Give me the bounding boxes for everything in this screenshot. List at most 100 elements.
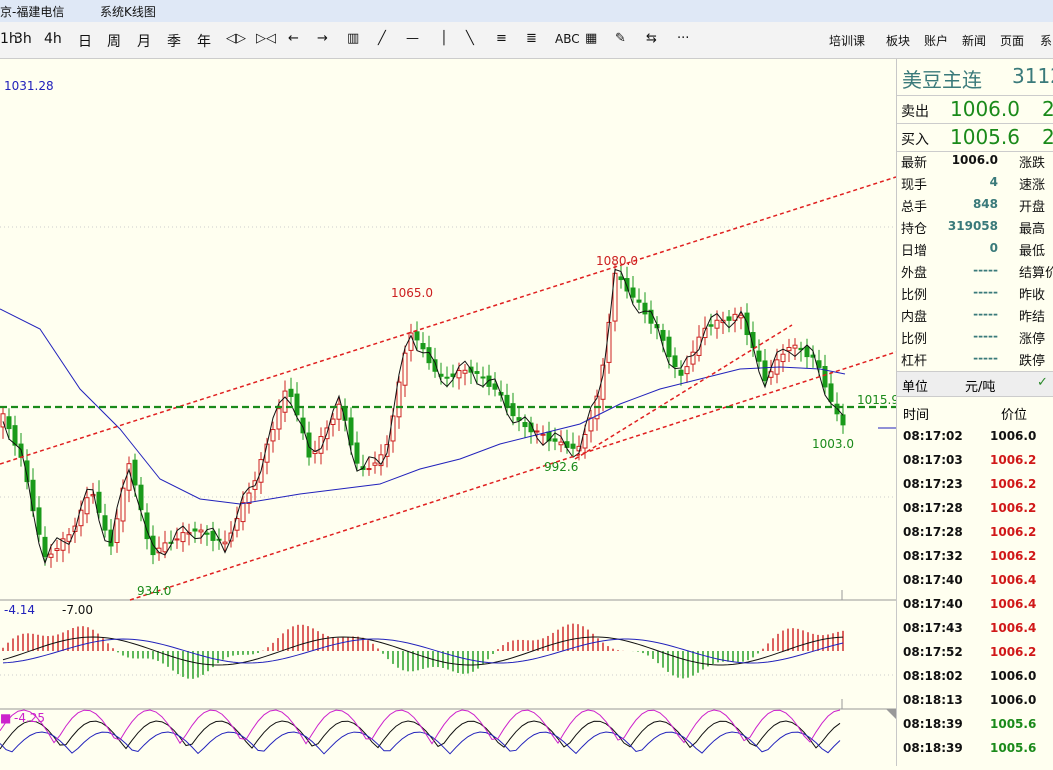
ray-icon[interactable]: ╲ <box>466 31 474 46</box>
candle-body <box>510 403 516 417</box>
stat-value: ----- <box>973 307 998 321</box>
fib-icon[interactable]: ≣ <box>526 31 537 46</box>
stat-label: 日增 <box>901 244 928 259</box>
candle-body <box>36 507 42 535</box>
text-tool-icon[interactable]: ABC <box>555 32 580 46</box>
sell-row[interactable]: 卖出 1006.0 2 <box>897 95 1053 124</box>
period-3h-button[interactable]: 3h <box>14 31 32 47</box>
candle-body <box>336 403 342 420</box>
candle-body <box>762 360 768 382</box>
period-month-button[interactable]: 月 <box>137 31 151 51</box>
tick-row: 08:17:40 1006.4 <box>897 592 1053 616</box>
candle-body <box>282 390 288 413</box>
tick-price: 1006.0 <box>990 669 1037 683</box>
candle-body <box>372 462 378 466</box>
high-label-1080: 1080.0 <box>596 254 638 268</box>
candle-body <box>114 518 120 544</box>
sell-label: 卖出 <box>901 104 929 120</box>
menu-account[interactable]: 账户 <box>924 32 948 49</box>
period-year-button[interactable]: 年 <box>197 31 211 51</box>
stat-value: ----- <box>973 285 998 299</box>
trendline-icon[interactable]: ╱ <box>378 31 386 46</box>
menu-system-kline[interactable]: 系统K线图 <box>100 3 156 20</box>
period-day-button[interactable]: 日 <box>78 31 92 51</box>
kline-chart-area[interactable]: 1031.28 1065.0 1080.0 934.0 992.6 1003.0… <box>0 59 899 766</box>
arrow-right-icon[interactable]: → <box>317 31 328 46</box>
title-bar: 京-福建电信 系统K线图 <box>0 0 1053 23</box>
tick-row: 08:17:32 1006.2 <box>897 544 1053 568</box>
panel-corner <box>886 709 896 719</box>
candle-body <box>180 532 186 543</box>
buy-row[interactable]: 买入 1005.6 2 <box>897 123 1053 152</box>
period-quarter-button[interactable]: 季 <box>167 31 181 51</box>
bars-icon[interactable]: ▦ <box>585 31 597 46</box>
candle-body <box>462 369 468 374</box>
channel-icon[interactable]: ≡ <box>496 31 507 46</box>
stat-label: 最新 <box>901 156 928 171</box>
menu-page[interactable]: 页面 <box>1000 32 1024 49</box>
sell-price: 1006.0 <box>950 97 1020 121</box>
candle-body <box>162 542 168 553</box>
eraser-icon[interactable]: ✎ <box>615 31 626 46</box>
tick-row: 08:17:52 1006.2 <box>897 640 1053 664</box>
period-week-button[interactable]: 周 <box>107 31 121 51</box>
stat-row: 持仓 319058 最高 <box>897 215 1053 237</box>
candle-body <box>402 352 408 386</box>
candles-group <box>0 263 846 568</box>
candle-body <box>270 429 276 442</box>
candle-body <box>828 383 834 402</box>
candle-body <box>840 414 846 426</box>
tick-price: 1006.2 <box>990 645 1037 659</box>
hline-icon[interactable]: — <box>406 31 419 46</box>
candle-body <box>480 376 486 379</box>
vline-icon[interactable]: │ <box>440 31 448 46</box>
tick-time: 08:17:28 <box>903 501 963 515</box>
candle-body <box>348 417 354 446</box>
menu-training[interactable]: 培训课 <box>829 32 865 49</box>
stat-label: 持仓 <box>901 222 928 237</box>
stat-row: 比例 ----- 昨收 <box>897 281 1053 303</box>
low-label-934: 934.0 <box>137 584 171 598</box>
menu-system[interactable]: 系 <box>1040 32 1052 49</box>
candle-body <box>210 530 216 541</box>
check-icon[interactable]: ✓ <box>1037 375 1048 390</box>
stat-value: ----- <box>973 263 998 277</box>
period-4h-button[interactable]: 4h <box>44 31 62 47</box>
buy-label: 买入 <box>901 132 929 148</box>
menu-sector[interactable]: 板块 <box>886 32 910 49</box>
candle-body <box>786 346 792 352</box>
toggle-icon[interactable]: ⇆ <box>646 31 657 46</box>
candle-body <box>570 443 576 449</box>
candle-body <box>264 443 270 463</box>
stat-row: 最新 1006.0 涨跌 <box>897 149 1053 171</box>
candle-body <box>414 331 420 341</box>
instrument-name[interactable]: 美豆主连 <box>902 64 982 93</box>
buy-qty: 2 <box>1042 125 1053 149</box>
candle-body <box>636 299 642 303</box>
buy-price: 1005.6 <box>950 125 1020 149</box>
candle-body <box>102 515 108 531</box>
tick-time: 08:18:13 <box>903 693 963 707</box>
candle-body <box>6 416 12 430</box>
tick-row: 08:17:02 1006.0 <box>897 424 1053 448</box>
candle-body <box>444 376 450 379</box>
candle-body <box>504 394 510 408</box>
arrow-left-icon[interactable]: ← <box>288 31 299 46</box>
tick-time: 08:17:52 <box>903 645 963 659</box>
layout-icon[interactable]: ▥ <box>347 31 359 46</box>
stat-row: 现手 4 速涨 <box>897 171 1053 193</box>
zoom-in-icon[interactable]: ▷◁ <box>256 31 276 46</box>
candle-body <box>204 532 210 535</box>
quote-header: 美豆主连 3112 <box>897 59 1053 96</box>
candle-body <box>42 536 48 558</box>
candle-body <box>588 417 594 432</box>
tick-row: 08:18:39 1005.6 <box>897 712 1053 736</box>
more-icon[interactable]: ··· <box>677 31 689 46</box>
candle-body <box>660 329 666 341</box>
stat-right-label: 涨跌 <box>1019 156 1046 171</box>
stat-value: 319058 <box>947 219 998 233</box>
kline-chart[interactable]: 1031.28 1065.0 1080.0 934.0 992.6 1003.0… <box>0 59 899 766</box>
stat-right-label: 速涨 <box>1019 178 1046 193</box>
zoom-out-icon[interactable]: ◁▷ <box>226 31 246 46</box>
menu-news[interactable]: 新闻 <box>962 32 986 49</box>
